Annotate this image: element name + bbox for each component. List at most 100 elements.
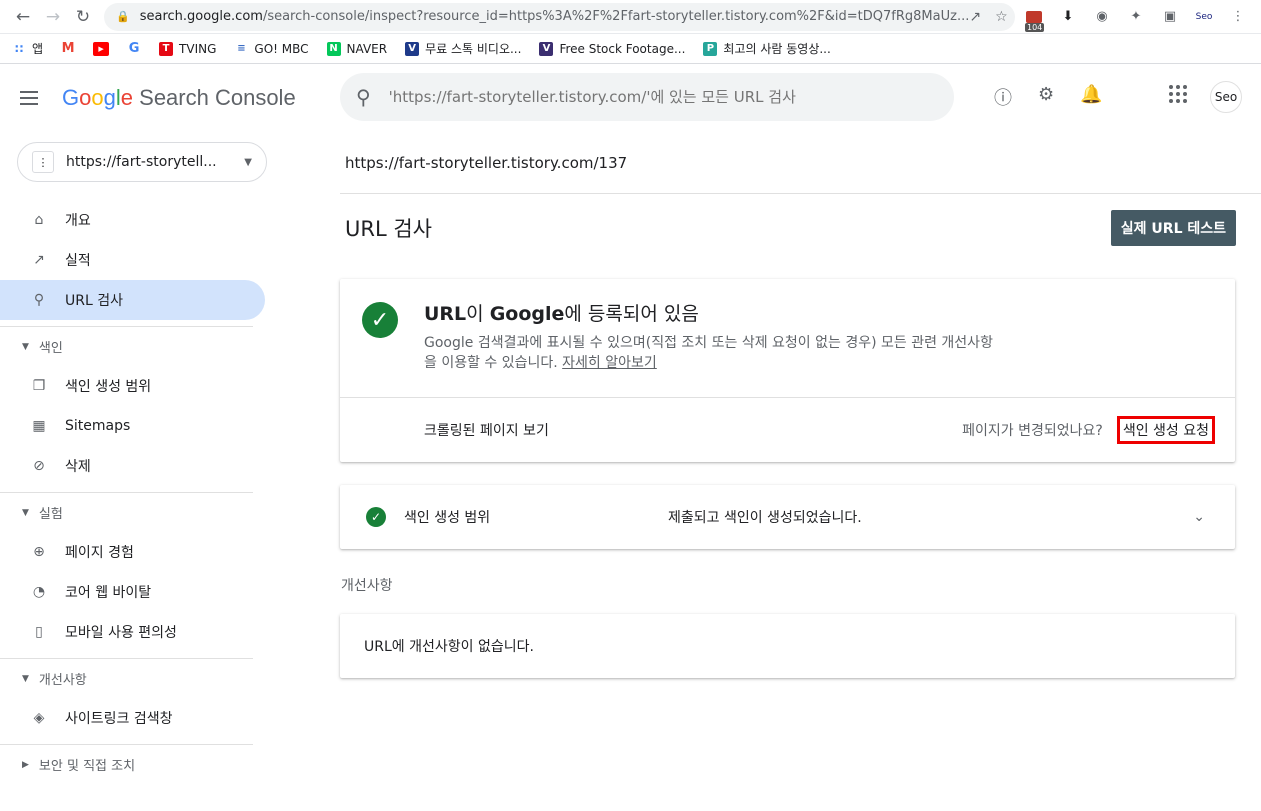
- product-name: Search Console: [139, 85, 296, 110]
- index-status-card: ✓ URL이 Google에 등록되어 있음 Google 검색결과에 표시될 …: [340, 279, 1235, 462]
- view-crawled-page-link[interactable]: 크롤링된 페이지 보기: [424, 420, 549, 440]
- bookmark-google[interactable]: G: [127, 41, 141, 56]
- page-changed-question: 페이지가 변경되었나요?: [962, 423, 1103, 439]
- share-icon[interactable]: ↗: [969, 9, 981, 25]
- search-icon: ⚲: [33, 292, 45, 308]
- url-path: /search-console/inspect?resource_id=http…: [262, 9, 970, 24]
- expand-triangle-icon: ▶: [22, 759, 29, 770]
- profile-icon[interactable]: Seo: [1193, 6, 1215, 28]
- test-live-url-button[interactable]: 실제 URL 테스트: [1110, 210, 1236, 246]
- coverage-label: 색인 생성 범위: [404, 510, 491, 526]
- search-icon: ⚲: [356, 85, 371, 109]
- bookmark-apps[interactable]: ∷ 앱: [12, 40, 43, 57]
- sidebar-item-removals[interactable]: ⊘ 삭제: [0, 446, 265, 486]
- inspect-search-bar[interactable]: ⚲: [340, 73, 954, 121]
- lock-icon: 🔒: [116, 10, 130, 23]
- bell-icon[interactable]: 🔔: [1080, 84, 1102, 110]
- sidebar-item-mobile-usability[interactable]: ▯ 모바일 사용 편의성: [0, 612, 265, 652]
- apps-grid-icon[interactable]: [1166, 82, 1190, 106]
- puzzle-icon[interactable]: ✦: [1125, 6, 1147, 28]
- bookmark-pexels[interactable]: P 최고의 사람 동영상...: [703, 40, 831, 57]
- sidebar-section-enhancements[interactable]: ▼ 개선사항: [0, 658, 253, 698]
- dropdown-caret-icon: ▼: [244, 156, 252, 168]
- collapse-triangle-icon: ▼: [22, 507, 29, 518]
- sidebar-item-overview[interactable]: ⌂ 개요: [0, 200, 265, 240]
- check-circle-icon: ✓: [366, 507, 386, 527]
- coverage-value: 제출되고 색인이 생성되었습니다.: [668, 510, 862, 526]
- sitemap-icon: ▦: [32, 418, 46, 434]
- download-icon[interactable]: ⬇: [1057, 6, 1079, 28]
- speedometer-icon: ◔: [32, 584, 46, 600]
- status-description: Google 검색결과에 표시될 수 있으며(직접 조치 또는 삭제 요청이 없…: [424, 335, 993, 371]
- back-icon[interactable]: ←: [8, 2, 38, 32]
- learn-more-link[interactable]: 자세히 알아보기: [562, 355, 657, 371]
- bookmark-tving[interactable]: T TVING: [159, 41, 216, 56]
- page-title: URL 검사: [345, 217, 432, 241]
- bookmark-gmail[interactable]: M: [61, 41, 75, 56]
- property-name: https://fart-storytell...: [66, 154, 217, 170]
- property-selector[interactable]: ⋮ https://fart-storytell... ▼: [17, 142, 267, 182]
- sidebar-section-experience[interactable]: ▼ 실험: [0, 492, 253, 532]
- eye-off-icon: ⊘: [33, 458, 45, 474]
- camera-icon[interactable]: ◉: [1091, 6, 1113, 28]
- trending-icon: ↗: [33, 252, 45, 268]
- sidebar-section-security[interactable]: ▶ 보안 및 직접 조치: [0, 744, 253, 784]
- menu-icon[interactable]: [20, 86, 44, 110]
- youtube-icon: ▶: [93, 41, 110, 56]
- sidebar-item-coverage[interactable]: ❐ 색인 생성 범위: [0, 366, 265, 406]
- coverage-row[interactable]: ✓ 색인 생성 범위 제출되고 색인이 생성되었습니다. ⌄: [340, 485, 1235, 549]
- chevron-down-icon[interactable]: ⌄: [1193, 509, 1205, 525]
- google-icon: G: [128, 41, 140, 56]
- videezy-icon: V: [539, 41, 554, 56]
- url-host: search.google.com: [139, 9, 263, 24]
- browser-toolbar: ← → ↻ 🔒 search.google.com/search-console…: [0, 0, 1261, 34]
- enhancements-card: URL에 개선사항이 없습니다.: [340, 614, 1235, 678]
- status-title: URL이 Google에 등록되어 있음: [424, 303, 699, 325]
- apps-grid-icon: ∷: [14, 41, 24, 56]
- sidebar-item-url-inspection[interactable]: ⚲ URL 검사: [0, 280, 265, 320]
- layers-icon: ◈: [33, 710, 45, 726]
- videvo-icon: V: [405, 41, 420, 56]
- bookmark-videvo[interactable]: V 무료 스톡 비디오...: [405, 40, 521, 57]
- address-bar[interactable]: 🔒 search.google.com/search-console/inspe…: [104, 2, 1015, 31]
- home-icon: ⌂: [34, 212, 44, 228]
- forward-icon[interactable]: →: [38, 2, 68, 32]
- inspect-url-input[interactable]: [388, 88, 909, 106]
- phone-icon: ▯: [35, 624, 43, 640]
- plus-circle-icon: ⊕: [33, 544, 45, 560]
- sidebar-section-index[interactable]: ▼ 색인: [0, 326, 253, 366]
- main-content: https://fart-storyteller.tistory.com/137…: [340, 132, 1261, 678]
- sidebar-item-sitemaps[interactable]: ▦ Sitemaps: [0, 406, 265, 446]
- bookmark-mbc[interactable]: ≡ GO! MBC: [234, 42, 308, 56]
- google-wordmark: Google: [62, 85, 134, 110]
- sidebar-item-page-experience[interactable]: ⊕ 페이지 경험: [0, 532, 265, 572]
- check-circle-icon: ✓: [362, 302, 398, 338]
- gmail-icon: M: [61, 41, 75, 56]
- bookmark-youtube[interactable]: ▶: [93, 41, 110, 56]
- bookmark-naver[interactable]: N NAVER: [326, 41, 387, 56]
- bookmarks-bar: ∷ 앱 M ▶ G T TVING ≡ GO! MBC N NAVER V 무료 스톡 비…: [0, 34, 1261, 64]
- help-icon[interactable]: ⓘ: [994, 84, 1012, 110]
- reload-icon[interactable]: ↻: [68, 2, 98, 32]
- sidepanel-icon[interactable]: ▣: [1159, 6, 1181, 28]
- sidebar-item-sitelinks-searchbox[interactable]: ◈ 사이트링크 검색창: [0, 698, 265, 738]
- mbc-icon: ≡: [237, 43, 246, 54]
- sidebar-item-core-web-vitals[interactable]: ◔ 코어 웹 바이탈: [0, 572, 265, 612]
- star-icon[interactable]: ☆: [995, 9, 1008, 25]
- pexels-icon: P: [703, 41, 718, 56]
- sidebar: ⋮ https://fart-storytell... ▼ ⌂ 개요 ↗ 실적 ⚲ U…: [0, 132, 272, 784]
- bookmark-videezy[interactable]: V Free Stock Footage...: [539, 41, 685, 56]
- menu-dots-icon[interactable]: ⋮: [1227, 6, 1249, 28]
- collapse-triangle-icon: ▼: [22, 341, 29, 352]
- inspected-url: https://fart-storyteller.tistory.com/137: [340, 132, 1261, 194]
- logo[interactable]: Google Search Console: [62, 85, 296, 111]
- search-console-app: Google Search Console ⚲ ⓘ ⚙ 🔔 Seo ⋮ http…: [0, 64, 1261, 811]
- user-settings-icon[interactable]: ⚙: [1038, 84, 1054, 110]
- sidebar-item-performance[interactable]: ↗ 실적: [0, 240, 265, 280]
- tistory-icon: ⋮: [32, 151, 54, 173]
- avatar[interactable]: Seo: [1210, 81, 1242, 113]
- naver-icon: N: [326, 41, 341, 56]
- copy-pages-icon: ❐: [32, 378, 46, 394]
- request-indexing-button[interactable]: 색인 생성 요청: [1116, 416, 1215, 444]
- extension-badge-icon[interactable]: 104: [1023, 6, 1045, 32]
